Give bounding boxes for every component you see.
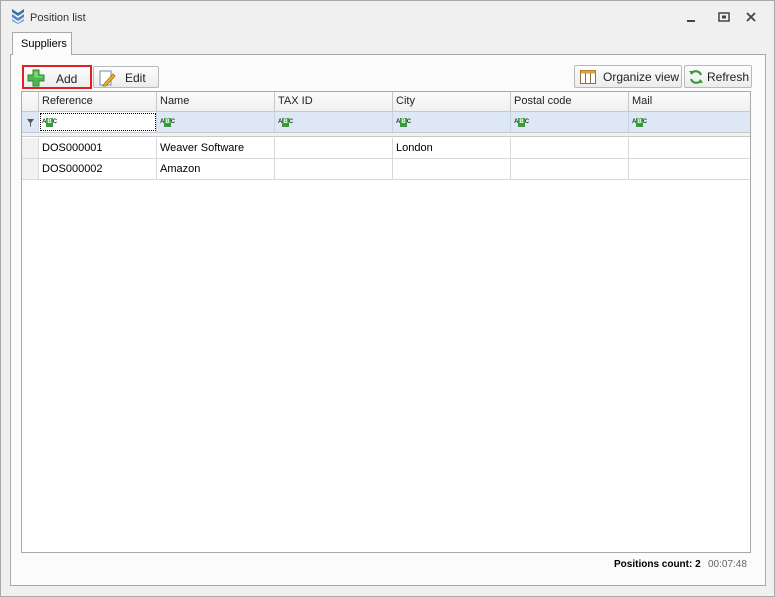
organize-view-label: Organize view xyxy=(603,70,680,84)
minimize-icon[interactable] xyxy=(683,10,699,24)
tab-label: Suppliers xyxy=(21,38,67,50)
column-header-reference[interactable]: Reference xyxy=(39,92,157,111)
suppliers-grid[interactable]: Reference Name TAX ID City Postal code M… xyxy=(21,91,751,553)
plus-icon xyxy=(27,69,45,87)
cell-postal-code[interactable] xyxy=(511,138,629,158)
row-indicator[interactable] xyxy=(22,159,39,179)
row-indicator-header xyxy=(22,92,39,111)
filter-tax-id[interactable]: ABC xyxy=(275,112,393,132)
column-header-tax-id[interactable]: TAX ID xyxy=(275,92,393,111)
auto-filter-row: ABC ABC ABC ABC ABC ABC xyxy=(22,112,750,133)
restore-icon[interactable] xyxy=(716,10,732,24)
window-title: Position list xyxy=(30,12,86,24)
grid-header-row: Reference Name TAX ID City Postal code M… xyxy=(22,92,750,112)
column-header-city[interactable]: City xyxy=(393,92,511,111)
edit-pencil-icon xyxy=(99,70,116,87)
refresh-label: Refresh xyxy=(707,70,750,84)
refresh-icon xyxy=(689,70,703,84)
close-icon[interactable] xyxy=(743,10,759,24)
filter-row-indicator xyxy=(22,112,39,132)
cell-city[interactable]: London xyxy=(393,138,511,158)
title-bar[interactable]: Position list xyxy=(1,1,774,31)
positions-count: Positions count: 2 xyxy=(614,559,701,570)
row-indicator[interactable] xyxy=(22,138,39,158)
cell-tax-id[interactable] xyxy=(275,138,393,158)
cell-tax-id[interactable] xyxy=(275,159,393,179)
suppliers-panel: Add Edit Organize view Refresh Reference… xyxy=(10,54,766,586)
table-columns-icon xyxy=(580,70,596,84)
cell-mail[interactable] xyxy=(629,159,750,179)
filter-mail[interactable]: ABC xyxy=(629,112,750,132)
text-filter-icon: ABC xyxy=(514,118,530,127)
text-filter-icon: ABC xyxy=(632,118,648,127)
column-header-name[interactable]: Name xyxy=(157,92,275,111)
filter-reference[interactable]: ABC xyxy=(39,112,157,132)
cell-mail[interactable] xyxy=(629,138,750,158)
filter-funnel-icon xyxy=(27,119,34,127)
filter-name[interactable]: ABC xyxy=(157,112,275,132)
filter-postal-code[interactable]: ABC xyxy=(511,112,629,132)
edit-button[interactable]: Edit xyxy=(93,66,159,88)
text-filter-icon: ABC xyxy=(160,118,176,127)
table-row[interactable]: DOS000002 Amazon xyxy=(22,159,750,180)
elapsed-time: 00:07:48 xyxy=(708,559,747,570)
edit-label: Edit xyxy=(125,71,146,85)
column-header-mail[interactable]: Mail xyxy=(629,92,750,111)
cell-city[interactable] xyxy=(393,159,511,179)
cell-reference[interactable]: DOS000001 xyxy=(39,138,157,158)
organize-view-button[interactable]: Organize view xyxy=(574,65,682,88)
cell-reference[interactable]: DOS000002 xyxy=(39,159,157,179)
add-button[interactable]: Add xyxy=(22,65,92,89)
table-row[interactable]: DOS000001 Weaver Software London xyxy=(22,138,750,159)
add-label: Add xyxy=(56,72,78,86)
cell-name[interactable]: Amazon xyxy=(157,159,275,179)
text-filter-icon: ABC xyxy=(396,118,412,127)
column-header-postal-code[interactable]: Postal code xyxy=(511,92,629,111)
text-filter-icon: ABC xyxy=(278,118,294,127)
position-list-window: Position list Suppliers Add Edit Organiz… xyxy=(0,0,775,597)
filter-city[interactable]: ABC xyxy=(393,112,511,132)
grid-separator xyxy=(22,133,750,137)
layers-chevron-icon xyxy=(12,9,24,24)
refresh-button[interactable]: Refresh xyxy=(684,65,752,88)
cell-name[interactable]: Weaver Software xyxy=(157,138,275,158)
text-filter-icon: ABC xyxy=(42,118,58,127)
cell-postal-code[interactable] xyxy=(511,159,629,179)
tab-suppliers[interactable]: Suppliers xyxy=(12,32,72,55)
